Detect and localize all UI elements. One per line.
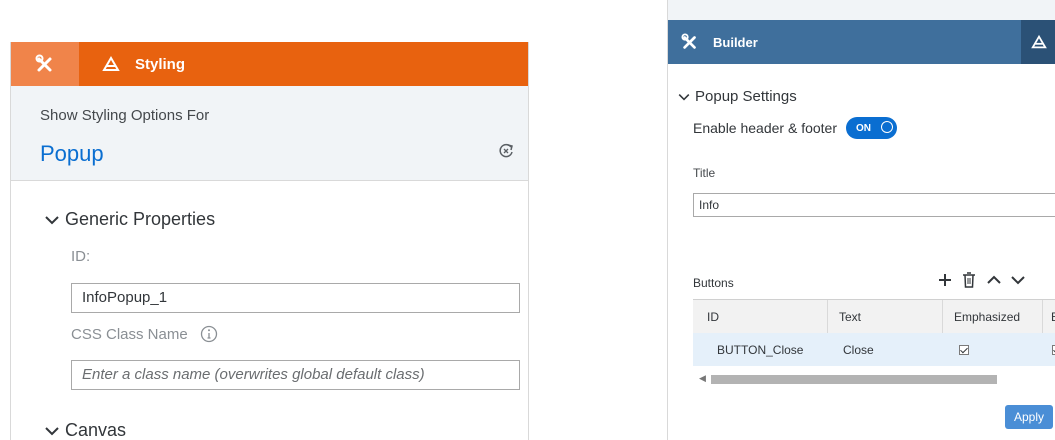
tab-styling[interactable] xyxy=(1021,20,1055,64)
header-footer-toggle-row: Enable header & footer ON xyxy=(693,117,897,139)
header-footer-switch[interactable]: ON xyxy=(846,117,897,139)
page-title: Popup xyxy=(40,141,104,166)
info-icon[interactable] xyxy=(200,325,218,343)
cell-text: Close xyxy=(843,342,874,357)
chevron-down-icon xyxy=(45,215,59,224)
tab-styling[interactable]: Styling xyxy=(101,42,185,86)
table-row[interactable]: BUTTON_Close Close xyxy=(693,333,1055,366)
move-down-icon xyxy=(1011,276,1025,285)
column-header-text[interactable]: Text xyxy=(828,300,943,333)
tools-icon xyxy=(681,33,696,49)
cell-id: BUTTON_Close xyxy=(717,342,804,357)
cell-e xyxy=(1043,333,1055,366)
delete-icon xyxy=(963,272,975,288)
id-label: ID: xyxy=(71,248,91,265)
panel-tab-bar: Builder xyxy=(668,20,1055,64)
styling-header: Show Styling Options For Popup xyxy=(11,86,528,181)
section-title: Popup Settings xyxy=(695,88,797,105)
horizontal-scrollbar[interactable]: ◀ xyxy=(693,373,1055,385)
css-class-label-text: CSS Class Name xyxy=(71,325,188,343)
buttons-label: Buttons xyxy=(693,276,734,290)
column-header-e[interactable]: E xyxy=(1043,300,1055,333)
tools-icon xyxy=(35,54,52,72)
reset-icon[interactable] xyxy=(496,141,516,161)
tab-styling-label: Styling xyxy=(135,55,186,73)
add-icon xyxy=(939,274,951,286)
section-generic-properties[interactable]: Generic Properties xyxy=(45,209,215,230)
table-header-row: ID Text Emphasized E xyxy=(693,300,1055,333)
section-title: Generic Properties xyxy=(65,209,216,229)
chevron-down-icon xyxy=(678,93,690,101)
title-label: Title xyxy=(693,166,716,180)
tab-builder-label: Builder xyxy=(713,34,758,50)
add-button[interactable] xyxy=(936,270,954,290)
styling-panel: Styling Show Styling Options For Popup G… xyxy=(10,42,529,440)
title-input[interactable]: Info xyxy=(693,193,1055,217)
paint-brush-icon xyxy=(1031,34,1047,49)
id-input[interactable]: InfoPopup_1 xyxy=(71,283,520,313)
css-class-label: CSS Class Name xyxy=(71,325,218,343)
styling-subtitle: Show Styling Options For xyxy=(40,107,210,124)
section-title: Canvas xyxy=(65,420,127,440)
top-strip xyxy=(668,0,1055,20)
buttons-table: ID Text Emphasized E BUTTON_Close Close xyxy=(693,299,1055,366)
section-canvas[interactable]: Canvas xyxy=(45,420,126,440)
delete-button[interactable] xyxy=(960,270,978,290)
builder-panel: Builder Popup Settings Enable header & f… xyxy=(667,0,1055,440)
switch-state: ON xyxy=(856,122,871,134)
scroll-left-icon[interactable]: ◀ xyxy=(699,373,706,384)
move-up-button[interactable] xyxy=(985,270,1003,290)
column-header-emphasized[interactable]: Emphasized xyxy=(943,300,1043,333)
paint-brush-icon xyxy=(102,56,120,71)
panel-tab-bar: Styling xyxy=(11,42,528,86)
move-up-icon xyxy=(987,275,1001,284)
tab-builder[interactable] xyxy=(11,42,79,86)
apply-button[interactable]: Apply xyxy=(1005,405,1053,429)
cell-emphasized xyxy=(943,333,1043,366)
section-popup-settings[interactable]: Popup Settings xyxy=(678,88,797,105)
chevron-down-icon xyxy=(45,426,59,435)
switch-knob xyxy=(881,121,893,133)
column-header-id[interactable]: ID xyxy=(693,300,828,333)
scrollbar-thumb[interactable] xyxy=(711,375,997,384)
toggle-label: Enable header & footer xyxy=(693,120,837,136)
emphasized-checkbox[interactable] xyxy=(959,344,969,355)
move-down-button[interactable] xyxy=(1009,270,1027,290)
css-class-input[interactable]: Enter a class name (overwrites global de… xyxy=(71,360,520,390)
tab-builder[interactable]: Builder xyxy=(668,20,758,64)
